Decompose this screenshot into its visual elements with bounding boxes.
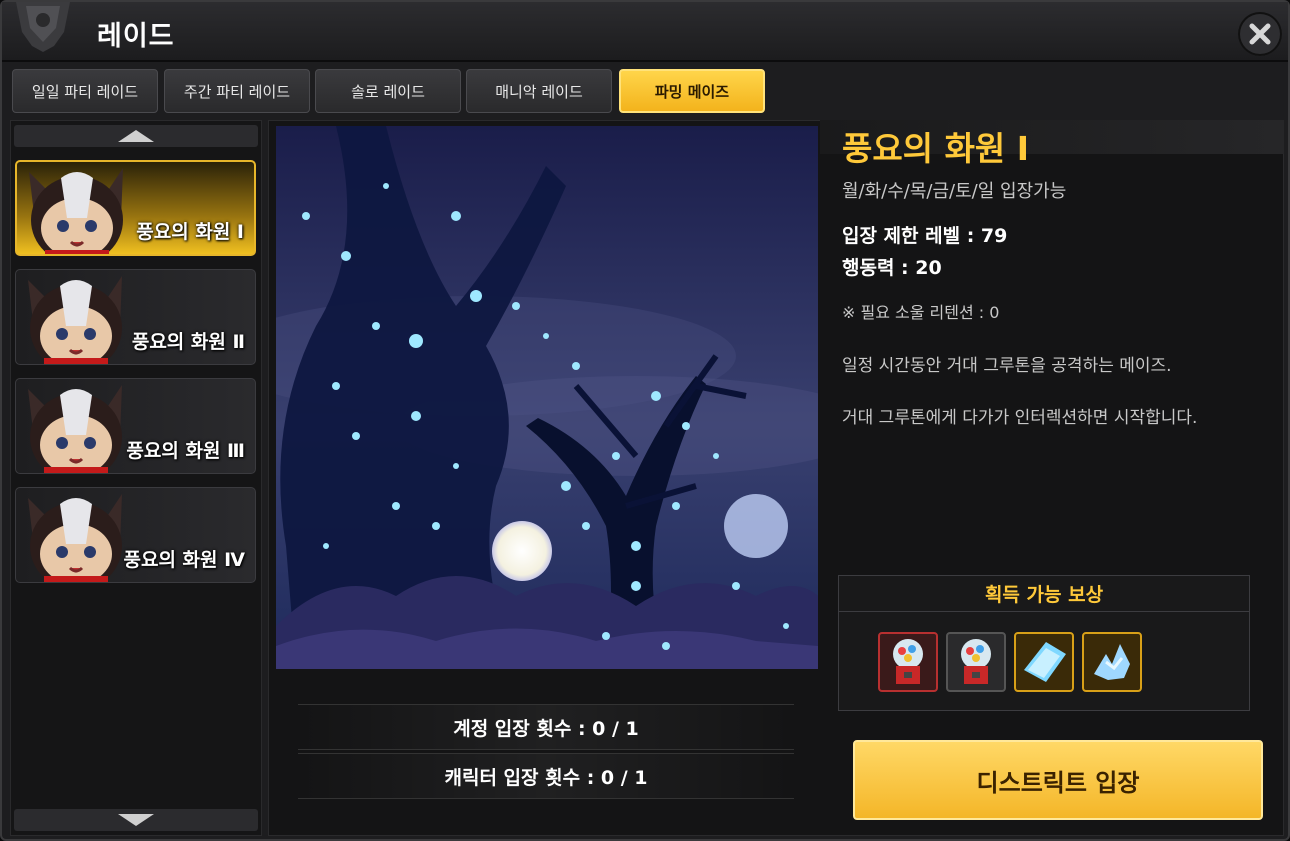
ice-crystal-icon[interactable] [1014, 632, 1074, 692]
list-item-label: 풍요의 화원 Ⅰ [136, 221, 244, 243]
tab-farming-maze[interactable]: 파밍 메이즈 [619, 69, 765, 113]
entry-days: 월/화/수/목/금/토/일 입장가능 [842, 181, 1067, 202]
scroll-down-button[interactable] [14, 809, 258, 831]
arrow-up-icon [118, 130, 154, 142]
emblem-icon [16, 2, 70, 52]
fox-portrait-icon [28, 494, 122, 582]
character-entry-count: 캐릭터 입장 횟수 : 0 / 1 [298, 753, 794, 799]
tab-weekly-party-raid[interactable]: 주간 파티 레이드 [164, 69, 310, 113]
maze-preview-image [276, 126, 818, 669]
stamina-cost: 행동력 : 20 [842, 257, 942, 279]
tab-daily-party-raid[interactable]: 일일 파티 레이드 [12, 69, 158, 113]
close-button[interactable] [1238, 12, 1282, 56]
title-bar: 레이드 [2, 2, 1288, 62]
scroll-up-button[interactable] [14, 125, 258, 147]
description-line-1: 일정 시간동안 거대 그루톤을 공격하는 메이즈. [842, 356, 1172, 376]
crystal-dragon-icon[interactable] [1082, 632, 1142, 692]
enter-district-button[interactable]: 디스트릭트 입장 [853, 740, 1263, 820]
list-item-label: 풍요의 화원 Ⅱ [131, 331, 245, 353]
list-item-maze-3[interactable]: 풍요의 화원 Ⅲ [15, 378, 256, 474]
list-item-maze-2[interactable]: 풍요의 화원 Ⅱ [15, 269, 256, 365]
gacha-capsule-icon[interactable] [946, 632, 1006, 692]
description-line-2: 거대 그루톤에게 다가가 인터렉션하면 시작합니다. [842, 408, 1198, 428]
fox-portrait-icon [29, 168, 123, 254]
reward-title: 획득 가능 보상 [839, 576, 1249, 612]
account-entry-count: 계정 입장 횟수 : 0 / 1 [298, 704, 794, 750]
fox-portrait-icon [28, 276, 122, 364]
window-title: 레이드 [97, 21, 175, 52]
tab-maniac-raid[interactable]: 매니악 레이드 [466, 69, 612, 113]
reward-box: 획득 가능 보상 [838, 575, 1250, 711]
red-gacha-capsule-icon[interactable] [878, 632, 938, 692]
list-item-maze-1[interactable]: 풍요의 화원 Ⅰ [15, 160, 256, 256]
maze-list-panel: 풍요의 화원 Ⅰ 풍요의 화원 Ⅱ 풍요의 화원 Ⅲ 풍요의 화원 Ⅳ [10, 120, 262, 836]
list-item-maze-4[interactable]: 풍요의 화원 Ⅳ [15, 487, 256, 583]
list-item-label: 풍요의 화원 Ⅲ [126, 440, 245, 462]
level-requirement: 입장 제한 레벨 : 79 [842, 225, 1008, 247]
tab-solo-raid[interactable]: 솔로 레이드 [315, 69, 461, 113]
close-icon [1249, 23, 1271, 45]
maze-title: 풍요의 화원 Ⅰ [842, 129, 1030, 168]
fox-portrait-icon [28, 385, 122, 473]
arrow-down-icon [118, 814, 154, 826]
list-item-label: 풍요의 화원 Ⅳ [123, 549, 245, 571]
raid-window: 레이드 일일 파티 레이드 주간 파티 레이드 솔로 레이드 매니악 레이드 파… [0, 0, 1290, 841]
soul-retention: ※ 필요 소울 리텐션 : 0 [842, 303, 1000, 322]
